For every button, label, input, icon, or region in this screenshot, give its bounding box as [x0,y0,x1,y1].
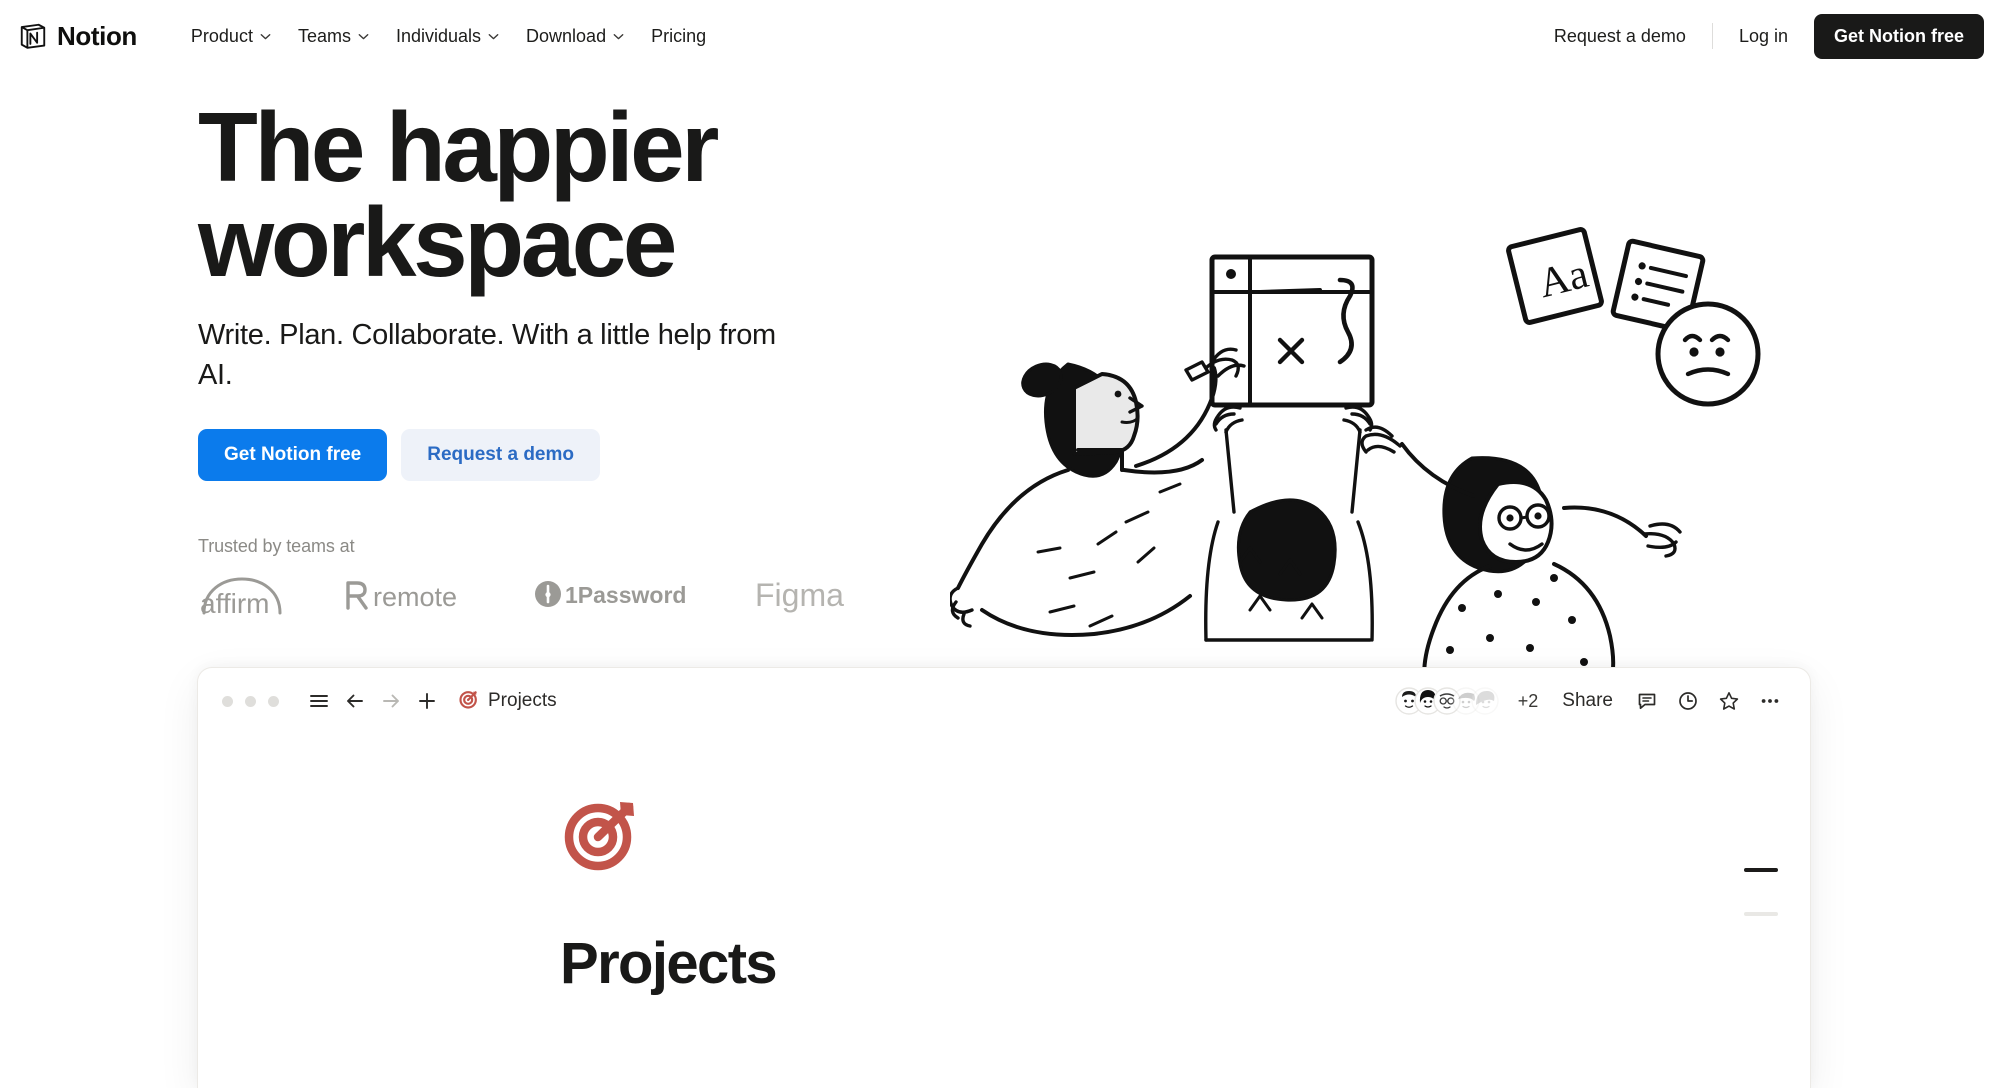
chevron-down-icon [488,33,499,40]
comments-button[interactable] [1629,683,1665,719]
affirm-logo-icon: affirm [198,573,294,615]
person-waving-left [950,347,1246,637]
hero-cta-row: Get Notion free Request a demo [198,428,838,481]
nav-item-label: Individuals [395,25,482,46]
nav-left-group: Notion Product Teams Individuals Downloa… [0,18,718,55]
nav-right-group: Request a demo Log in Get Notion free [1540,13,2000,59]
notion-book-icon [18,21,48,51]
hero-section: The happier workspace Write. Plan. Colla… [0,72,2000,692]
primary-nav-links: Product Teams Individuals Download Prici… [179,18,718,55]
request-a-demo-link[interactable]: Request a demo [1540,18,1700,55]
avatar [1471,687,1499,715]
svg-text:remote: remote [373,582,457,612]
comment-icon [1636,690,1658,712]
svg-text:Figma: Figma [755,577,844,613]
star-icon [1718,690,1740,712]
sidebar-toggle-button[interactable] [301,683,337,719]
app-preview-window: Projects +2 Share Projects [198,668,1810,1088]
new-page-button[interactable] [409,683,445,719]
brand-name: Notion [57,20,137,51]
divider-line-primary [1744,868,1778,872]
chevron-down-icon [358,33,369,40]
page-target-icon[interactable] [563,794,641,872]
breadcrumb[interactable]: Projects [451,684,565,719]
customer-logo-row: affirm remote 1Password Figma [198,573,844,615]
nav-item-product[interactable]: Product [179,18,283,55]
page-history-button[interactable] [1670,683,1706,719]
arrow-left-icon [344,690,366,712]
chevron-down-icon [613,33,624,40]
document-body: Projects [198,734,1810,1088]
avatar-overflow-count: +2 [1517,690,1539,711]
share-button[interactable]: Share [1551,683,1624,719]
hero-copy-block: The happier workspace Write. Plan. Colla… [198,98,844,615]
navigate-forward-button[interactable] [373,683,409,719]
document-title[interactable]: Projects [560,930,778,997]
collaborator-avatar-stack[interactable] [1395,687,1499,715]
hamburger-menu-icon [308,690,330,712]
remote-logo-icon: remote [340,574,488,614]
headline-line-1: The happier [198,92,719,202]
page-title: The happier workspace [198,98,838,291]
nav-item-label: Teams [297,25,351,46]
nav-item-pricing[interactable]: Pricing [639,18,718,55]
navigate-back-button[interactable] [337,683,373,719]
ellipsis-icon [1759,690,1781,712]
nav-item-individuals[interactable]: Individuals [384,18,511,55]
hero-request-a-demo-button[interactable]: Request a demo [401,428,600,481]
typography-card-icon: Aa [1506,227,1604,325]
figma-logo-icon: Figma [755,574,865,614]
hero-illustration: Aa [950,222,1820,692]
breadcrumb-label: Projects [488,690,557,711]
hero-get-notion-free-button[interactable]: Get Notion free [198,428,388,481]
target-icon [459,689,479,714]
nav-item-label: Product [190,25,253,46]
nav-item-label: Pricing [651,25,707,46]
log-in-link[interactable]: Log in [1725,18,1802,55]
onepassword-logo-icon: 1Password [534,577,709,611]
nav-divider [1711,23,1713,49]
more-options-button[interactable] [1752,683,1788,719]
window-controls[interactable] [222,695,279,707]
arrow-right-icon [380,690,402,712]
chevron-down-icon [260,33,271,40]
nav-item-label: Download [526,25,607,46]
headline-line-2: workspace [198,187,677,298]
window-dot-close[interactable] [222,695,233,707]
hero-subheading: Write. Plan. Collaborate. With a little … [198,319,776,391]
nav-item-teams[interactable]: Teams [286,18,381,55]
person-cheering-right [1360,425,1682,692]
svg-text:1Password: 1Password [565,582,686,608]
window-dot-maximize[interactable] [268,695,279,707]
divider-line-secondary [1744,912,1778,916]
clock-icon [1677,690,1699,712]
toolbar-right-group: +2 Share [1395,683,1788,719]
top-navigation-bar: Notion Product Teams Individuals Downloa… [0,0,2000,72]
notion-logo-link[interactable]: Notion [18,21,137,52]
nav-item-download[interactable]: Download [514,18,636,55]
window-dot-minimize[interactable] [245,695,256,707]
app-toolbar: Projects +2 Share [198,668,1810,734]
person-holding-board [1204,254,1375,642]
plus-icon [416,690,438,712]
get-notion-free-button[interactable]: Get Notion free [1813,13,1984,59]
favorite-button[interactable] [1711,683,1747,719]
trusted-by-label: Trusted by teams at [198,535,355,556]
svg-text:affirm: affirm [200,588,270,615]
emoji-face-icon [1655,301,1761,407]
